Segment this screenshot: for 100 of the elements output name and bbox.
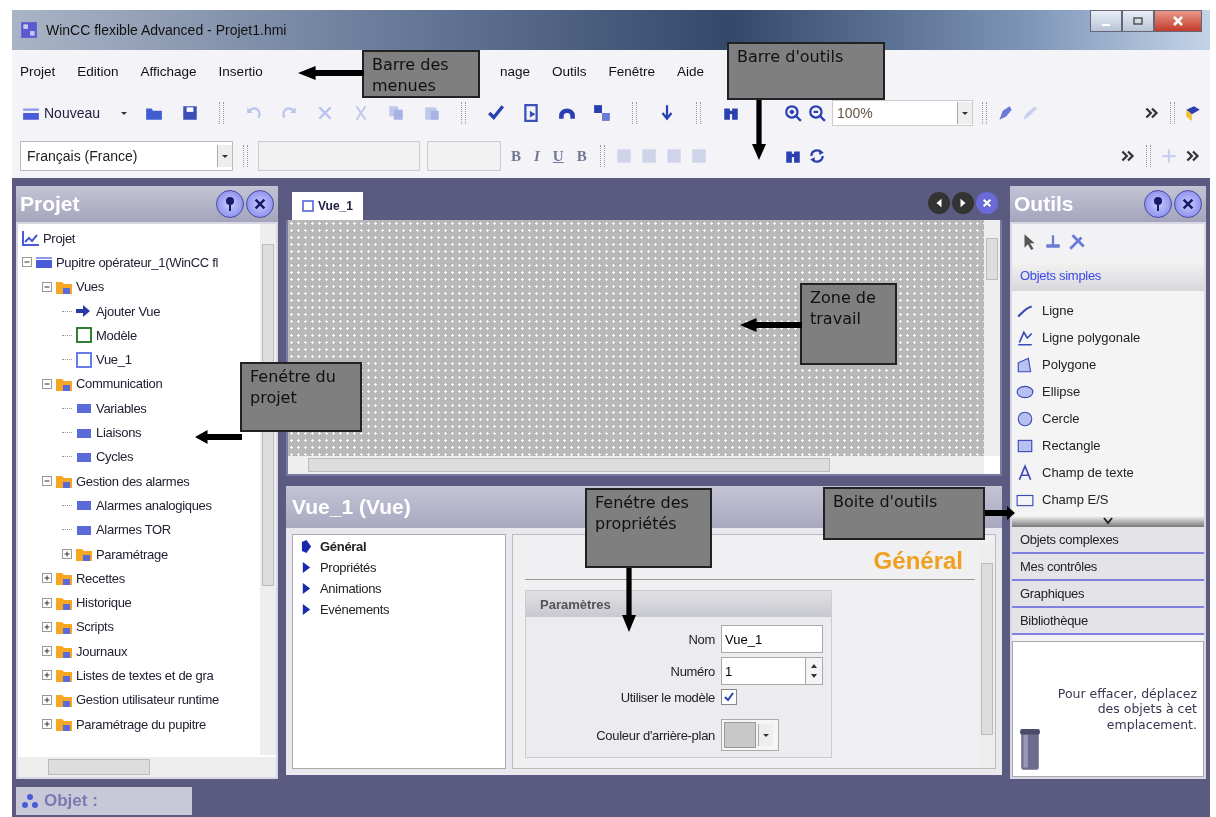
zoom-field[interactable]: 100% [832,100,973,126]
tree-item[interactable]: Liaisons [96,425,142,440]
tree-item[interactable]: Vues [76,279,104,295]
tree-item[interactable]: Recettes [76,570,125,586]
tree-item[interactable]: Variables [96,400,147,416]
close-button[interactable] [246,190,274,218]
expand-icon[interactable] [42,597,52,608]
zoom-out-icon[interactable] [808,104,826,122]
scrollbar[interactable] [984,220,1000,456]
expand-icon[interactable] [42,621,52,632]
collapse-icon[interactable] [42,476,52,487]
tool-item[interactable]: Champ E/S [1016,488,1200,511]
document-icon[interactable] [522,104,541,122]
restore-icon [1132,15,1144,27]
pin-button[interactable] [216,190,244,218]
collapse-icon[interactable] [42,281,52,292]
format-button[interactable]: I [531,147,543,165]
format-button[interactable]: B [508,147,524,165]
collapse-icon[interactable] [22,257,32,268]
tree-item[interactable]: Modèle [96,327,137,343]
expand-icon[interactable] [62,549,72,559]
new-button[interactable]: Nouveau [20,102,103,124]
menu-item[interactable]: Edition [77,63,119,79]
tree-item[interactable]: Paramétrage du pupitre [76,716,206,732]
tool-item[interactable]: Ligne polygonale [1016,326,1200,349]
minimize-button[interactable] [1090,10,1122,32]
restore-button[interactable] [1122,10,1154,32]
property-category[interactable]: Général [301,539,497,554]
tree-item[interactable]: Alarmes TOR [96,522,171,538]
check-icon[interactable] [486,104,505,122]
expand-icon[interactable] [42,694,52,705]
menu-item[interactable]: Aide [677,63,704,79]
tool-category[interactable]: Mes contrôles [1012,554,1204,581]
right-arrow-icon [958,198,968,208]
panel-title: Vue_1 (Vue) [292,495,411,519]
language-dropdown[interactable]: Français (France) [20,141,233,171]
tree-item[interactable]: Journaux [76,643,128,659]
scrollbar[interactable] [18,757,276,777]
collapse-icon[interactable] [42,378,52,389]
property-category[interactable]: Animations [301,581,497,596]
property-category[interactable]: Evénements [301,602,497,617]
tree-item[interactable]: Gestion utilisateur runtime [76,692,219,708]
tree-item[interactable]: Vue_1 [96,352,132,368]
scrollbar[interactable] [288,456,984,474]
panel-title: Outils [1014,192,1074,216]
tree-item[interactable]: Paramétrage [96,546,168,562]
close-button[interactable] [976,192,998,214]
tree-item[interactable]: Historique [76,595,132,611]
menu-item[interactable]: nage [499,63,530,79]
tool-item[interactable]: Ligne [1016,299,1200,322]
tool-item[interactable]: Polygone [1016,353,1200,376]
stamp-icon[interactable] [1044,233,1062,251]
tree-item[interactable]: Communication [76,376,163,392]
number-spinner[interactable]: 1 [721,657,823,685]
tool-item[interactable]: Rectangle [1016,434,1200,457]
pin-button[interactable] [1144,190,1172,218]
menu-item[interactable]: Outils [551,63,587,79]
close-button[interactable] [1174,190,1202,218]
tool-item[interactable]: Champ de texte [1016,461,1200,484]
format-button[interactable]: U [549,147,567,165]
zoom-in-icon[interactable] [784,104,802,122]
tree-item[interactable]: Alarmes analogiques [96,497,212,513]
callout-label: Fenétre du projet [240,362,362,432]
tool-category[interactable]: Bibliothèque [1012,608,1204,635]
minimize-icon [1102,24,1110,26]
tree-item[interactable]: Pupitre opérateur_1(WinCC fl [56,254,219,270]
tree-item[interactable]: Listes de textes et de gra [76,668,214,683]
tool-category[interactable]: Graphiques [1012,581,1204,608]
refresh-icon[interactable] [808,147,826,165]
menu-item[interactable]: Fenêtre [608,63,655,79]
menu-item[interactable]: Insertio [218,63,263,79]
expand-icon[interactable] [42,670,52,681]
tree-item[interactable]: Cycles [96,449,134,465]
editor-tab[interactable]: Vue_1 [292,192,363,220]
checkbox[interactable] [721,689,737,705]
property-category[interactable]: Propriétés [301,560,497,575]
tree-item[interactable]: Scripts [76,619,114,635]
book-icon[interactable] [1184,104,1202,122]
expand-icon[interactable] [42,719,52,730]
caret-icon [961,109,969,117]
format-button[interactable]: B [573,147,590,165]
tree-item[interactable]: Projet [43,230,76,246]
color-picker[interactable] [721,719,779,751]
tool-category[interactable]: Objets complexes [1012,527,1204,554]
save-icon[interactable] [180,104,199,122]
next-button[interactable] [952,192,974,214]
tool-item[interactable]: Cercle [1016,407,1200,430]
expand-icon[interactable] [42,573,52,584]
chevron-down-icon[interactable] [1102,517,1114,525]
scrollbar[interactable] [979,543,995,768]
expand-icon[interactable] [42,646,52,657]
tree-item[interactable]: Gestion des alarmes [76,473,190,489]
previous-button[interactable] [928,192,950,214]
paint-icon[interactable] [996,104,1014,122]
name-field[interactable]: Vue_1 [721,625,823,653]
menu-item[interactable]: Affichage [140,63,197,79]
tool-item[interactable]: Ellipse [1016,380,1200,403]
close-button[interactable] [1154,10,1202,32]
menu-item[interactable]: Projet [20,63,56,79]
tree-item[interactable]: Ajouter Vue [96,303,161,319]
